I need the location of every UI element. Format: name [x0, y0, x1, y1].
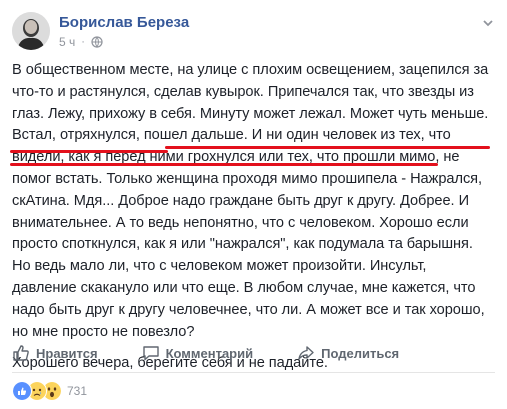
avatar-photo-icon [12, 12, 50, 50]
share-label: Поделиться [321, 345, 400, 361]
comment-label: Комментарий [165, 345, 254, 361]
reactions-summary[interactable]: 731 [12, 381, 87, 401]
highlight-underline [10, 150, 168, 153]
share-button[interactable]: Поделиться [297, 344, 399, 362]
post-time[interactable]: 5 ч [59, 35, 75, 49]
post-actions: Нравится Комментарий Поделиться [12, 340, 495, 366]
post-body: В общественном месте, на улице с плохим … [12, 60, 492, 385]
globe-icon [91, 36, 103, 48]
post-paragraph: В общественном месте, на улице с плохим … [12, 62, 489, 340]
facebook-post: Борислав Береза 5 ч · В общественном мес… [0, 0, 507, 409]
highlight-underline [10, 163, 438, 166]
post-header: Борислав Береза 5 ч · [12, 10, 499, 50]
divider [12, 372, 495, 373]
meta-separator: · [81, 36, 85, 48]
author-name[interactable]: Борислав Береза [59, 14, 189, 31]
comment-button[interactable]: Комментарий [142, 344, 254, 362]
highlight-underline [165, 146, 490, 149]
thumbs-up-icon [13, 345, 29, 361]
like-button[interactable]: Нравится [12, 344, 98, 362]
like-label: Нравится [36, 345, 98, 361]
share-icon [298, 346, 314, 360]
reactions-count[interactable]: 731 [67, 384, 87, 398]
avatar[interactable] [12, 12, 50, 50]
post-meta: 5 ч · [59, 35, 103, 49]
like-icon [12, 381, 32, 401]
comment-icon [142, 346, 159, 361]
chevron-down-icon[interactable] [481, 16, 495, 30]
